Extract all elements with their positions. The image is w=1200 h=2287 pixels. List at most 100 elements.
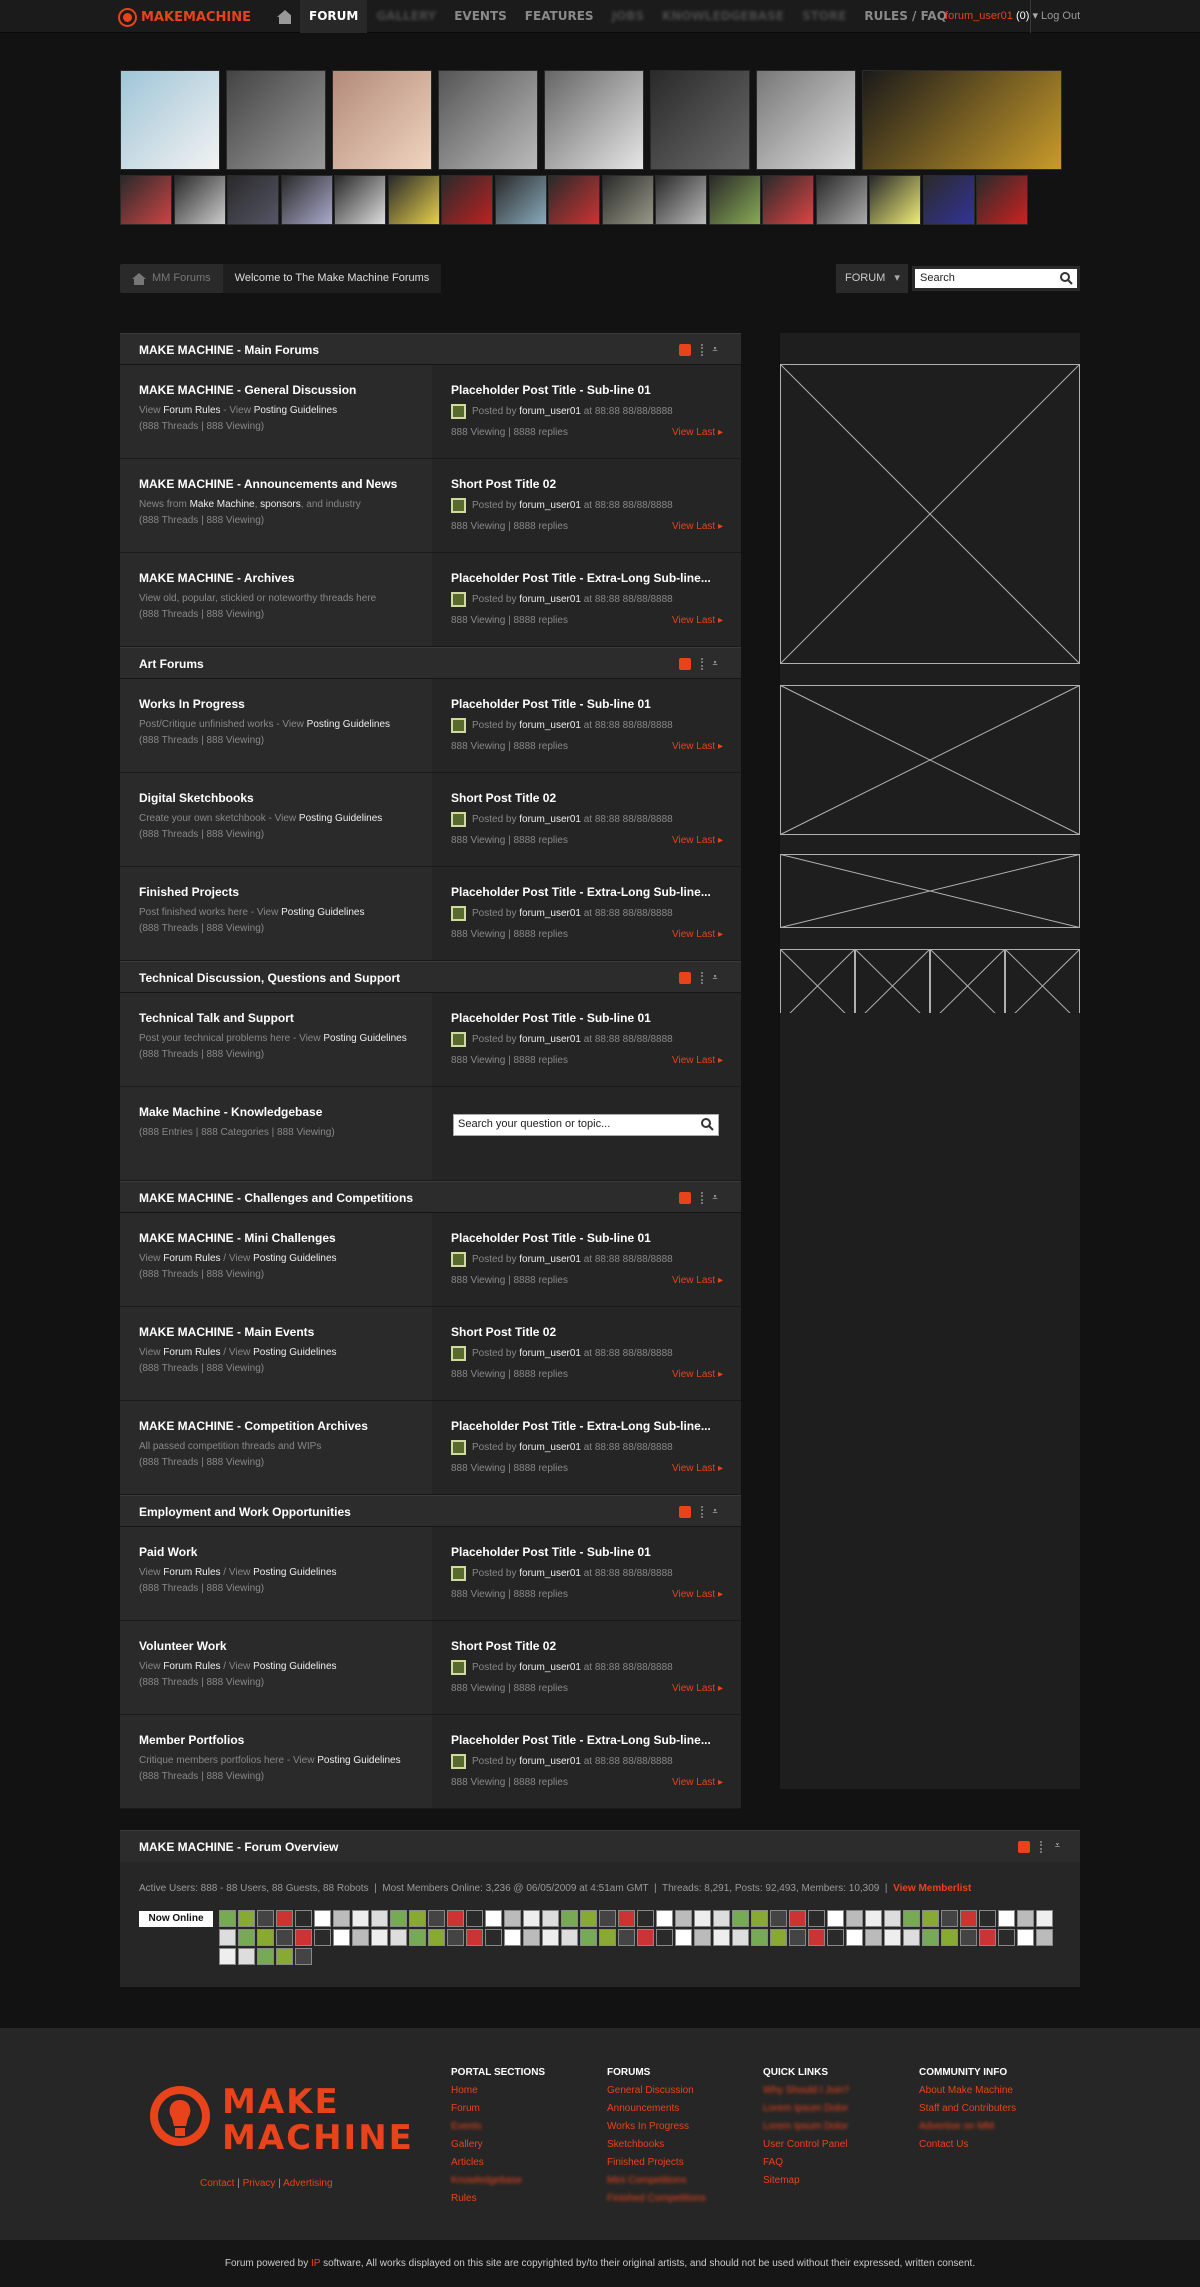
gallery-thumb-small[interactable] bbox=[548, 175, 600, 225]
online-user-avatar[interactable] bbox=[257, 1910, 274, 1927]
avatar[interactable] bbox=[451, 906, 466, 921]
gallery-thumb-small[interactable] bbox=[976, 175, 1028, 225]
view-last-link[interactable]: View Last ▸ bbox=[672, 1777, 723, 1788]
footer-link[interactable]: Mini Competitions bbox=[607, 2172, 706, 2190]
nav-item-store[interactable]: STORE bbox=[793, 0, 855, 33]
online-user-avatar[interactable] bbox=[371, 1929, 388, 1946]
avatar[interactable] bbox=[451, 1440, 466, 1455]
forum-name[interactable]: Finished Projects bbox=[139, 885, 239, 899]
online-user-avatar[interactable] bbox=[751, 1929, 768, 1946]
online-user-avatar[interactable] bbox=[675, 1929, 692, 1946]
view-last-link[interactable]: View Last ▸ bbox=[672, 929, 723, 940]
view-last-link[interactable]: View Last ▸ bbox=[672, 835, 723, 846]
online-user-avatar[interactable] bbox=[694, 1929, 711, 1946]
online-user-avatar[interactable] bbox=[618, 1929, 635, 1946]
forum-name[interactable]: Volunteer Work bbox=[139, 1639, 227, 1653]
gallery-thumb-small[interactable] bbox=[655, 175, 707, 225]
avatar[interactable] bbox=[451, 1754, 466, 1769]
footer-link[interactable]: Why Should I Join? bbox=[763, 2082, 849, 2100]
online-user-avatar[interactable] bbox=[713, 1929, 730, 1946]
forum-desc-link[interactable]: Forum Rules bbox=[163, 405, 220, 416]
forum-desc-link[interactable]: Posting Guidelines bbox=[253, 1567, 336, 1578]
online-user-avatar[interactable] bbox=[827, 1910, 844, 1927]
post-author-link[interactable]: forum_user01 bbox=[519, 594, 581, 605]
footer-link[interactable]: Sketchbooks bbox=[607, 2136, 706, 2154]
view-last-link[interactable]: View Last ▸ bbox=[672, 1369, 723, 1380]
online-user-avatar[interactable] bbox=[846, 1910, 863, 1927]
footer-link[interactable]: Rules bbox=[451, 2190, 545, 2208]
online-user-avatar[interactable] bbox=[694, 1910, 711, 1927]
nav-home[interactable] bbox=[268, 0, 300, 33]
forum-name[interactable]: MAKE MACHINE - Archives bbox=[139, 571, 295, 585]
nav-item-events[interactable]: EVENTS bbox=[445, 0, 516, 33]
online-user-avatar[interactable] bbox=[390, 1910, 407, 1927]
collapse-icon[interactable]: ⩡ bbox=[709, 343, 721, 355]
online-user-avatar[interactable] bbox=[865, 1910, 882, 1927]
collapse-icon[interactable]: ⩡ bbox=[709, 1505, 721, 1517]
online-user-avatar[interactable] bbox=[941, 1910, 958, 1927]
online-user-avatar[interactable] bbox=[542, 1929, 559, 1946]
online-user-avatar[interactable] bbox=[295, 1910, 312, 1927]
post-author-link[interactable]: forum_user01 bbox=[519, 1442, 581, 1453]
online-user-avatar[interactable] bbox=[219, 1929, 236, 1946]
forum-name[interactable]: MAKE MACHINE - Main Events bbox=[139, 1325, 314, 1339]
breadcrumb-home[interactable]: MM Forums bbox=[120, 264, 223, 293]
footer-logo[interactable]: MAKE MACHINE bbox=[140, 2078, 412, 2158]
nav-item-gallery[interactable]: GALLERY bbox=[367, 0, 445, 33]
view-last-link[interactable]: View Last ▸ bbox=[672, 1275, 723, 1286]
online-user-avatar[interactable] bbox=[865, 1929, 882, 1946]
gallery-thumb[interactable] bbox=[332, 70, 432, 170]
online-user-avatar[interactable] bbox=[599, 1910, 616, 1927]
post-title[interactable]: Placeholder Post Title - Extra-Long Sub-… bbox=[451, 1733, 711, 1747]
online-user-avatar[interactable] bbox=[295, 1929, 312, 1946]
footer-link[interactable]: Gallery bbox=[451, 2136, 545, 2154]
gallery-thumb[interactable] bbox=[438, 70, 538, 170]
forum-desc-link[interactable]: Posting Guidelines bbox=[253, 1347, 336, 1358]
rss-icon[interactable] bbox=[679, 972, 691, 984]
online-user-avatar[interactable] bbox=[922, 1929, 939, 1946]
post-author-link[interactable]: forum_user01 bbox=[519, 814, 581, 825]
privacy-link[interactable]: Privacy bbox=[243, 2178, 276, 2189]
post-author-link[interactable]: forum_user01 bbox=[519, 1034, 581, 1045]
gallery-thumb-small[interactable] bbox=[815, 175, 868, 225]
post-author-link[interactable]: forum_user01 bbox=[519, 720, 581, 731]
online-user-avatar[interactable] bbox=[998, 1929, 1015, 1946]
gallery-thumb-small[interactable] bbox=[601, 175, 654, 225]
search-icon[interactable] bbox=[701, 1118, 714, 1131]
gallery-thumb-small[interactable] bbox=[922, 175, 975, 225]
online-user-avatar[interactable] bbox=[656, 1910, 673, 1927]
online-user-avatar[interactable] bbox=[770, 1929, 787, 1946]
forum-select[interactable]: FORUM ▾ bbox=[836, 264, 908, 293]
view-last-link[interactable]: View Last ▸ bbox=[672, 1683, 723, 1694]
online-user-avatar[interactable] bbox=[485, 1910, 502, 1927]
home-icon[interactable] bbox=[277, 9, 291, 24]
gallery-thumb-small[interactable] bbox=[334, 175, 386, 225]
rss-icon[interactable] bbox=[679, 1506, 691, 1518]
gallery-thumb-small[interactable] bbox=[173, 175, 226, 225]
collapse-icon[interactable]: ⩡ bbox=[709, 657, 721, 669]
post-author-link[interactable]: forum_user01 bbox=[519, 1568, 581, 1579]
footer-link[interactable]: Announcements bbox=[607, 2100, 706, 2118]
post-author-link[interactable]: forum_user01 bbox=[519, 1254, 581, 1265]
online-user-avatar[interactable] bbox=[922, 1910, 939, 1927]
username[interactable]: forum_user01 bbox=[945, 10, 1013, 22]
category-title[interactable]: Technical Discussion, Questions and Supp… bbox=[139, 971, 400, 985]
avatar[interactable] bbox=[451, 1566, 466, 1581]
online-user-avatar[interactable] bbox=[504, 1929, 521, 1946]
forum-desc-link[interactable]: Posting Guidelines bbox=[307, 719, 390, 730]
online-user-avatar[interactable] bbox=[238, 1910, 255, 1927]
online-user-avatar[interactable] bbox=[219, 1910, 236, 1927]
gallery-thumb-small[interactable] bbox=[280, 175, 333, 225]
gallery-thumb-small[interactable] bbox=[227, 175, 279, 225]
forum-desc-link[interactable]: Posting Guidelines bbox=[281, 907, 364, 918]
contact-link[interactable]: Contact bbox=[200, 2178, 234, 2189]
category-title[interactable]: Art Forums bbox=[139, 657, 204, 671]
footer-link[interactable]: About Make Machine bbox=[919, 2082, 1016, 2100]
footer-link[interactable]: Articles bbox=[451, 2154, 545, 2172]
collapse-icon[interactable]: ⩡ bbox=[1055, 1840, 1060, 1851]
online-user-avatar[interactable] bbox=[732, 1929, 749, 1946]
online-user-avatar[interactable] bbox=[941, 1929, 958, 1946]
post-title[interactable]: Placeholder Post Title - Sub-line 01 bbox=[451, 697, 651, 711]
avatar[interactable] bbox=[451, 1660, 466, 1675]
footer-link[interactable]: Sitemap bbox=[763, 2172, 849, 2190]
